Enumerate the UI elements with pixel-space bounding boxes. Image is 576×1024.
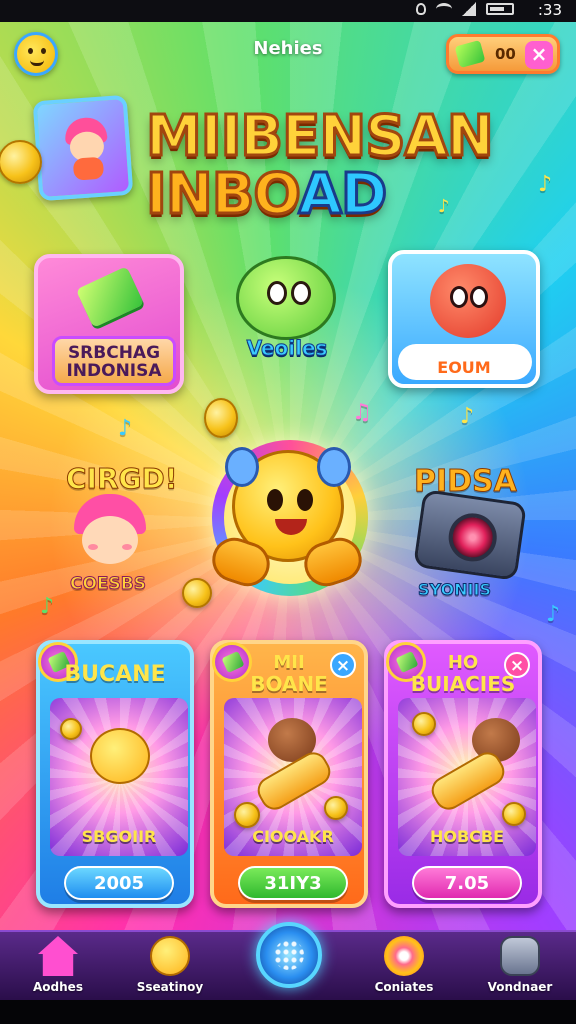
currency-amount: 00 [495,45,516,63]
nav-item-label: Vondnaer [487,980,553,994]
right-bottom-label: SYONIIS [418,580,492,600]
coin-icon [204,398,238,438]
feature-tile-left[interactable]: SRBCHAG INDONISA [34,254,184,394]
offer-card-title-line2: BOANE [250,672,328,696]
music-note-icon: ♪ [40,594,55,619]
music-note-icon: ♪ [546,602,561,627]
hero-leg [298,532,368,592]
wifi-icon [436,3,452,15]
offer-card-art-label: HOBCBE [429,827,505,846]
red-creature-icon [430,264,506,338]
game-title-line2-part1: INBO [145,162,301,227]
music-note-icon: ♪ [118,416,133,441]
offer-card-price-button[interactable]: 2005 [64,866,174,900]
coin-icon [182,578,212,608]
candy-icon [384,936,424,976]
game-title-line2: INBOAD [145,164,546,225]
music-note-icon: ♪ [460,404,475,429]
character-head [82,516,138,564]
music-note-icon: ♪ [438,196,450,217]
character-cheek [88,544,98,550]
character-cheek [122,544,132,550]
offer-card-1[interactable]: BUCANE SBGOIIR 2005 [36,640,194,908]
headphone-icon [317,447,351,487]
green-gem-icon [75,266,145,328]
offer-card-art: CIOOAKR [224,698,362,856]
feature-tile-right-label: EOUM [437,358,491,377]
nav-item-label: Coniates [374,980,434,994]
music-note-icon: ♫ [352,400,372,425]
coin-icon [502,802,526,826]
hero-eye [297,489,313,511]
currency-counter[interactable]: 00 × [446,34,560,74]
offer-card-price-button[interactable]: 31IY3 [238,866,348,900]
home-icon [38,936,78,976]
smiley-icon [150,936,190,976]
left-top-label: CIRGD! [66,462,179,496]
girl-character-icon [60,116,114,181]
left-bottom-label: COESBS [70,574,147,595]
hero-smile [275,519,307,535]
yellow-character-icon [90,728,150,784]
camera-lens [445,510,500,565]
offer-card-title-line2: BUIACIES [410,672,516,696]
middle-character-label: Veoiles [246,336,328,361]
status-bar: :33 [0,0,576,22]
offer-card-title-line1: HO [447,652,479,673]
feature-tile-left-plate: SRBCHAG INDONISA [52,336,176,386]
status-icons [416,2,514,16]
robot-icon [500,936,540,976]
system-nav-bar [0,1000,576,1024]
offer-card-art: HOBCBE [398,698,536,856]
feature-tile-right[interactable]: EOUM [388,250,540,388]
headphone-icon [225,447,259,487]
hero-leg [206,532,276,592]
character-body [72,156,105,181]
coin-icon [234,802,260,828]
nav-item-collections[interactable]: Coniates [356,932,452,1002]
currency-close-button[interactable]: × [525,41,553,69]
nav-item-label: Sseatinoy [136,980,204,994]
nav-item-vendor[interactable]: Vondnaer [472,932,568,1002]
gem-icon [454,40,486,68]
coin-icon [0,140,42,184]
play-button-icon [274,940,304,970]
feature-tile-left-line2: INDONISA [66,361,162,381]
coin-icon [412,712,436,736]
coin-icon [60,718,82,740]
coin-icon [324,796,348,820]
nav-item-label: Aodhes [33,980,83,994]
play-button[interactable] [256,922,322,988]
game-title-line2-part2: AD [297,162,389,227]
offer-card-art: SBGOIIR [50,698,188,856]
nav-item-settings[interactable]: Sseatinoy [122,932,218,1002]
battery-icon [486,3,514,15]
smiley-mouth [30,60,44,66]
status-time: :33 [537,1,562,19]
offer-card-price-button[interactable]: 7.05 [412,866,522,900]
offer-card-title-line1: MII [273,652,305,673]
nav-item-home[interactable]: Aodhes [10,932,106,1002]
game-title-logo: MIIBENSAN INBOAD [145,104,546,225]
offer-card-art-label: SBGOIIR [81,827,157,846]
feature-tile-left-line1: SRBCHAG [67,343,161,363]
offer-card-art-label: CIOOAKR [252,827,334,846]
hero-eye [267,489,283,511]
offer-card-title: BUCANE [64,662,166,687]
game-title-line1: MIIBENSAN [145,104,496,169]
game-screen: :33 Nehies 00 × MIIBENSAN INBOAD ♪ ♪ ♫ ♪… [0,0,576,1024]
offer-card-3[interactable]: × HO BUIACIES HOBCBE 7.05 [384,640,542,908]
offer-card-2[interactable]: × MII BOANE CIOOAKR 31IY3 [210,640,368,908]
pink-hat-character[interactable] [70,494,150,570]
green-creature-character[interactable] [236,256,336,340]
camera-icon[interactable] [413,489,527,581]
signal-icon [462,2,476,16]
alarm-icon [416,3,426,15]
character-portrait[interactable] [32,94,134,202]
music-note-icon: ♪ [538,172,553,197]
hero-legs [206,532,368,596]
